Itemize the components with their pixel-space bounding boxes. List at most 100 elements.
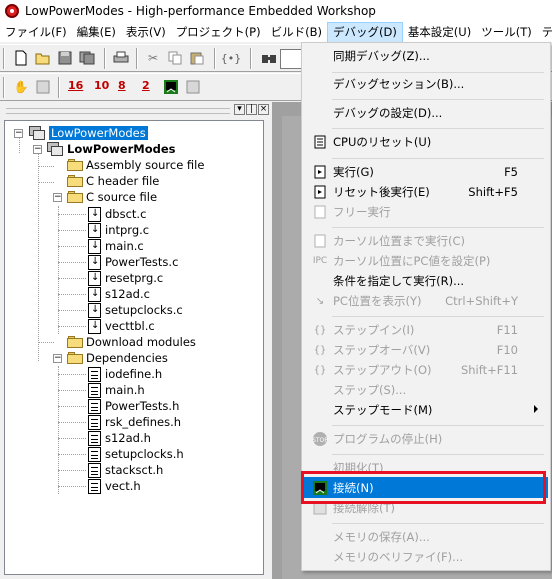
- window-title: LowPowerModes - High-performance Embedde…: [25, 4, 376, 18]
- menu-view[interactable]: 表示(V): [121, 22, 171, 43]
- menu-item-step-in[interactable]: {} ステップイン(I) F11: [304, 319, 548, 340]
- open-folder-icon[interactable]: [34, 49, 52, 67]
- c-file-icon: ↓: [88, 222, 101, 238]
- toolbar-grip[interactable]: [3, 77, 5, 98]
- h-file-icon: [88, 414, 101, 430]
- radix-16-button[interactable]: 16: [68, 79, 83, 92]
- tree-file[interactable]: main.h: [88, 382, 145, 398]
- show-pc-icon: ↘: [315, 295, 325, 307]
- menu-item-step-over[interactable]: {} ステップオーバ(V) F10: [304, 339, 548, 360]
- folder-label: C header file: [86, 174, 160, 188]
- tree-file[interactable]: stacksct.h: [88, 462, 163, 478]
- menu-item-cpu-reset[interactable]: CPUのリセット(U): [304, 131, 548, 152]
- expander-deps[interactable]: −: [53, 354, 62, 363]
- menu-item-step-mode[interactable]: ステップモード(M): [304, 399, 548, 420]
- c-file-icon: ↓: [88, 238, 101, 254]
- menu-item-stop[interactable]: STOP プログラムの停止(H): [304, 428, 548, 449]
- tree-file[interactable]: rsk_defines.h: [88, 414, 181, 430]
- menu-item-go[interactable]: 実行(G) F5: [304, 161, 548, 182]
- menu-item-free-go[interactable]: フリー実行: [304, 201, 548, 222]
- menu-item-sync-debug[interactable]: 同期デバッグ(Z)...: [304, 45, 548, 66]
- workspace-pin-icon[interactable]: |: [246, 104, 257, 115]
- file-label: vect.h: [105, 479, 141, 493]
- menu-test[interactable]: テスト(S): [537, 22, 552, 43]
- expander-project[interactable]: −: [33, 145, 42, 154]
- tree-file[interactable]: ↓ vecttbl.c: [88, 318, 155, 334]
- radix-2-button[interactable]: 2: [142, 79, 150, 92]
- c-file-icon: ↓: [88, 254, 101, 270]
- tree-node-project[interactable]: LowPowerModes: [47, 141, 176, 157]
- file-label: main.h: [105, 383, 145, 397]
- radix-10-button[interactable]: 10: [94, 79, 109, 92]
- folder-label: Dependencies: [86, 351, 168, 365]
- copy-icon[interactable]: [166, 49, 184, 67]
- hand-stop-icon[interactable]: [34, 78, 52, 96]
- print-icon[interactable]: [112, 49, 130, 67]
- folder-cheader[interactable]: C header file: [67, 173, 159, 189]
- toolbar-grip[interactable]: [3, 48, 5, 69]
- menu-debug[interactable]: デバッグ(D): [326, 21, 403, 43]
- tree-node-workspace[interactable]: LowPowerModes: [29, 125, 148, 141]
- annotation-highlight-box: [301, 471, 546, 504]
- tree-file[interactable]: setupclocks.h: [88, 446, 184, 462]
- folder-icon: [67, 175, 83, 187]
- workspace-close-icon[interactable]: ×: [258, 104, 269, 115]
- folder-assembly[interactable]: Assembly source file: [67, 157, 204, 173]
- folder-open-icon: [67, 191, 83, 203]
- tree-file[interactable]: iodefine.h: [88, 366, 162, 382]
- project-label: LowPowerModes: [67, 142, 176, 156]
- menu-item-step-out[interactable]: {} ステップアウト(O) Shift+F11: [304, 359, 548, 380]
- tree-file[interactable]: ↓ PowerTests.c: [88, 254, 178, 270]
- menu-item-reset-go[interactable]: リセット後実行(E) Shift+F5: [304, 181, 548, 202]
- tree-file[interactable]: s12ad.h: [88, 430, 151, 446]
- find-combo[interactable]: [280, 49, 302, 69]
- menu-setup[interactable]: 基本設定(U): [403, 22, 476, 43]
- menu-item-step[interactable]: ステップ(S)...: [304, 379, 548, 400]
- menu-tools[interactable]: ツール(T): [476, 22, 537, 43]
- workspace-grip[interactable]: [6, 108, 230, 114]
- paste-icon[interactable]: [188, 49, 206, 67]
- menu-item-show-pc[interactable]: ↘ PC位置を表示(Y) Ctrl+Shift+Y: [304, 290, 548, 311]
- folder-dependencies[interactable]: Dependencies: [67, 350, 168, 366]
- folder-download[interactable]: Download modules: [67, 334, 196, 350]
- h-file-icon: [88, 430, 101, 446]
- find-icon[interactable]: [260, 49, 278, 67]
- tree-file[interactable]: ↓ intprg.c: [88, 222, 149, 238]
- tree-file[interactable]: PowerTests.h: [88, 398, 179, 414]
- connect-icon[interactable]: [162, 78, 180, 96]
- cut-icon[interactable]: ✂: [144, 49, 162, 67]
- new-file-icon[interactable]: [12, 49, 30, 67]
- menu-file[interactable]: ファイル(F): [0, 22, 72, 43]
- save-all-icon[interactable]: [78, 49, 96, 67]
- workspace-dropdown-icon[interactable]: ▾: [234, 104, 245, 115]
- expander-csource[interactable]: −: [53, 193, 62, 202]
- menu-item-debug-settings[interactable]: デバッグの設定(D)...: [304, 102, 548, 123]
- folder-csource[interactable]: C source file: [67, 189, 157, 205]
- expander-workspace[interactable]: −: [14, 129, 23, 138]
- menu-bar: ファイル(F) 編集(E) 表示(V) プロジェクト(P) ビルド(B) デバッ…: [0, 21, 552, 43]
- menu-item-verify-memory[interactable]: メモリのベリファイ(F)...: [304, 546, 548, 567]
- menu-edit[interactable]: 編集(E): [72, 22, 121, 43]
- save-icon[interactable]: [56, 49, 74, 67]
- tree-file[interactable]: ↓ s12ad.c: [88, 286, 150, 302]
- braces-icon[interactable]: {•}: [221, 49, 242, 67]
- file-label: setupclocks.c: [105, 303, 183, 317]
- menu-item-run-to-cursor[interactable]: カーソル位置まで実行(C): [304, 230, 548, 251]
- menu-item-conditional-run[interactable]: 条件を指定して実行(R)...: [304, 270, 548, 291]
- menu-item-set-pc[interactable]: IPC カーソル位置にPC値を設定(P): [304, 250, 548, 271]
- menu-item-debug-session[interactable]: デバッグセッション(B)...: [304, 73, 548, 94]
- menu-build[interactable]: ビルド(B): [266, 22, 327, 43]
- tree-file[interactable]: ↓ resetprg.c: [88, 270, 163, 286]
- tree-file[interactable]: ↓ main.c: [88, 238, 144, 254]
- tree-file[interactable]: vect.h: [88, 478, 141, 494]
- hand-icon[interactable]: ✋: [12, 78, 30, 96]
- folder-icon: [67, 159, 83, 171]
- tree-file[interactable]: ↓ dbsct.c: [88, 206, 146, 222]
- menu-project[interactable]: プロジェクト(P): [171, 22, 266, 43]
- toolbar-separator: [250, 48, 252, 69]
- radix-8-button[interactable]: 8: [118, 79, 126, 92]
- disconnect-icon[interactable]: [184, 78, 202, 96]
- workspace-label: LowPowerModes: [49, 126, 148, 140]
- tree-file[interactable]: ↓ setupclocks.c: [88, 302, 183, 318]
- menu-item-save-memory[interactable]: メモリの保存(A)...: [304, 526, 548, 547]
